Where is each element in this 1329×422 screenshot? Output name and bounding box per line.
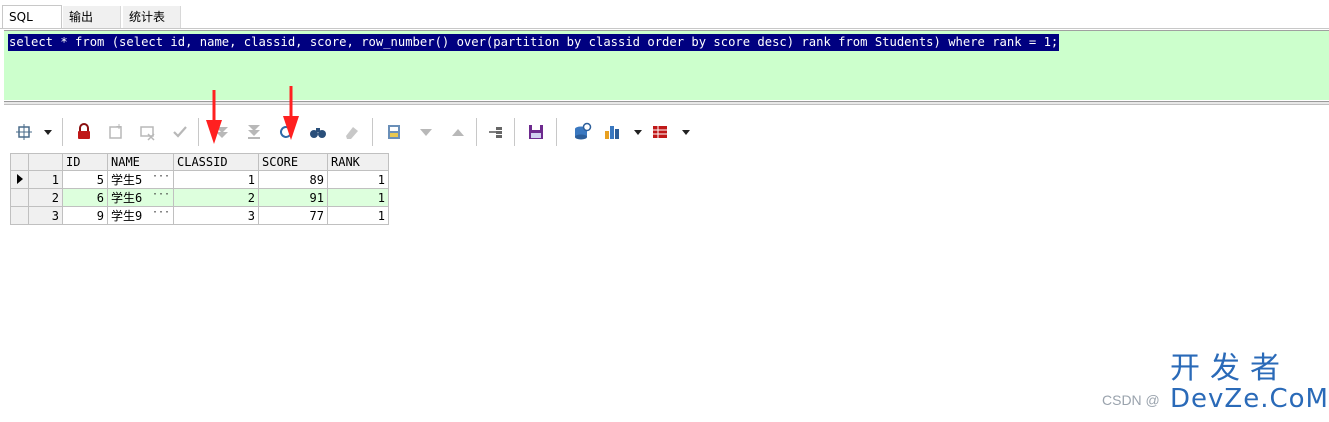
tab-divider [0, 28, 1329, 29]
dropdown-arrow-icon[interactable] [676, 122, 690, 142]
ellipsis-button[interactable]: ··· [152, 171, 170, 182]
dropdown-arrow-icon[interactable] [628, 122, 642, 142]
row-indicator [10, 206, 29, 225]
find-icon[interactable] [308, 122, 328, 142]
tab-statistics[interactable]: 统计表 [123, 6, 181, 28]
row-indicator [10, 188, 29, 207]
table-row[interactable]: 2 6 学生6 ··· 2 91 1 [10, 188, 389, 207]
sql-statement[interactable]: select * from (select id, name, classid,… [8, 34, 1060, 51]
cell-classid[interactable]: 3 [173, 206, 259, 225]
export-icon[interactable] [572, 122, 592, 142]
table-row[interactable]: 1 5 学生5 ··· 1 89 1 [10, 170, 389, 189]
annotation-arrow-score [281, 86, 301, 140]
cell-id[interactable]: 9 [62, 206, 108, 225]
grid-options-icon[interactable] [14, 122, 34, 142]
watermark-csdn: CSDN @ [1102, 392, 1160, 408]
toolbar-separator [556, 118, 557, 146]
pane-splitter[interactable] [4, 101, 1329, 105]
corner-cell [10, 153, 29, 171]
table-row[interactable]: 3 9 学生9 ··· 3 77 1 [10, 206, 389, 225]
row-number: 1 [28, 170, 63, 189]
watermark-logo: 开发者 DevZe.CoM [1170, 351, 1329, 415]
lock-icon[interactable] [74, 122, 94, 142]
link-icon[interactable] [486, 122, 506, 142]
column-header-score[interactable]: SCORE [258, 153, 328, 171]
rownum-header [28, 153, 63, 171]
row-number: 2 [28, 188, 63, 207]
tab-bar: SQL 输出 统计表 [0, 0, 1329, 30]
chart-icon[interactable] [602, 122, 622, 142]
toolbar-separator [62, 118, 63, 146]
cell-id[interactable]: 5 [62, 170, 108, 189]
cell-name-text: 学生6 [111, 191, 143, 205]
toolbar-separator [372, 118, 373, 146]
dropdown-arrow-icon[interactable] [38, 122, 52, 142]
sql-editor[interactable]: select * from (select id, name, classid,… [4, 30, 1329, 100]
cell-rank[interactable]: 1 [327, 206, 389, 225]
tab-output[interactable]: 输出 [63, 6, 121, 28]
tab-sql[interactable]: SQL [2, 5, 62, 29]
annotation-arrow-classid [204, 90, 224, 144]
current-row-indicator-icon [10, 170, 29, 189]
sort-asc-icon[interactable] [448, 122, 468, 142]
row-number: 3 [28, 206, 63, 225]
result-toolbar [4, 106, 1329, 152]
cell-score[interactable]: 89 [258, 170, 328, 189]
result-grid: ID NAME CLASSID SCORE RANK 1 5 学生5 ··· 1 … [10, 153, 389, 225]
cell-score[interactable]: 77 [258, 206, 328, 225]
toolbar-separator [198, 118, 199, 146]
post-changes-icon[interactable] [170, 122, 190, 142]
ellipsis-button[interactable]: ··· [152, 207, 170, 218]
cell-name-text: 学生5 [111, 173, 143, 187]
save-icon[interactable] [526, 122, 546, 142]
cell-classid[interactable]: 1 [173, 170, 259, 189]
cell-name[interactable]: 学生9 ··· [107, 206, 174, 225]
column-header-rank[interactable]: RANK [327, 153, 389, 171]
column-header-name[interactable]: NAME [107, 153, 174, 171]
save-query-icon[interactable] [384, 122, 404, 142]
table-icon[interactable] [650, 122, 670, 142]
watermark-logo-top: 开发者 [1170, 351, 1290, 386]
cell-name[interactable]: 学生6 ··· [107, 188, 174, 207]
cell-classid[interactable]: 2 [173, 188, 259, 207]
cell-name[interactable]: 学生5 ··· [107, 170, 174, 189]
cell-name-text: 学生9 [111, 209, 143, 223]
sort-desc-icon[interactable] [416, 122, 436, 142]
fetch-last-icon[interactable] [244, 122, 264, 142]
grid-header-row: ID NAME CLASSID SCORE RANK [10, 153, 389, 171]
watermark-logo-bottom: DevZe.CoM [1170, 384, 1329, 414]
cell-rank[interactable]: 1 [327, 170, 389, 189]
cell-score[interactable]: 91 [258, 188, 328, 207]
cell-rank[interactable]: 1 [327, 188, 389, 207]
new-record-icon[interactable] [106, 122, 126, 142]
ellipsis-button[interactable]: ··· [152, 189, 170, 200]
delete-record-icon[interactable] [138, 122, 158, 142]
column-header-classid[interactable]: CLASSID [173, 153, 259, 171]
toolbar-separator [476, 118, 477, 146]
clear-icon[interactable] [342, 122, 362, 142]
column-header-id[interactable]: ID [62, 153, 108, 171]
toolbar-separator [514, 118, 515, 146]
cell-id[interactable]: 6 [62, 188, 108, 207]
